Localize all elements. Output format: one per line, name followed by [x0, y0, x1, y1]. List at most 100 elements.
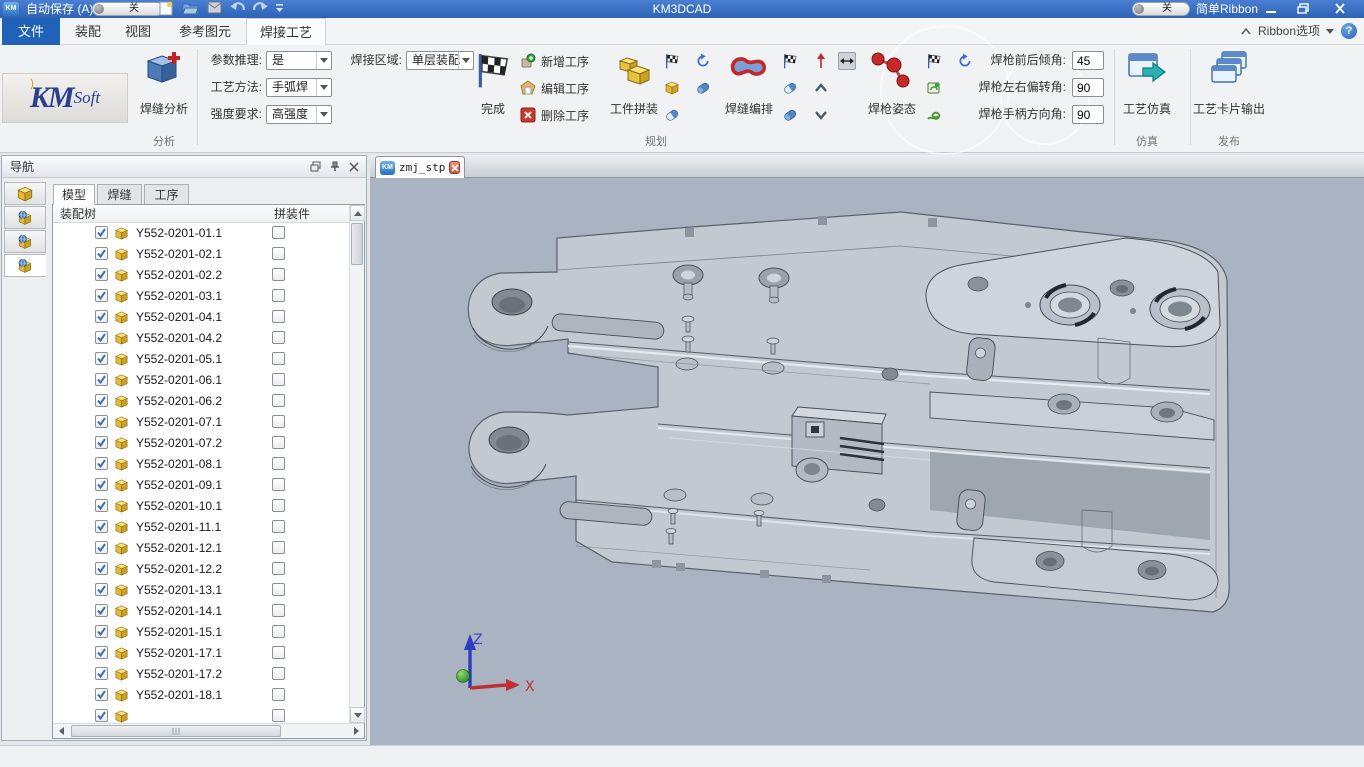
- posture-stamp-button[interactable]: [925, 79, 943, 97]
- part-label[interactable]: Y552-0201-07.2: [136, 433, 222, 454]
- tree-row[interactable]: Y552-0201-10.1: [53, 496, 350, 517]
- arrange-seg-button[interactable]: [781, 79, 799, 97]
- part-label[interactable]: Y552-0201-06.1: [136, 370, 222, 391]
- autosave-toggle[interactable]: 关: [92, 2, 164, 16]
- open-button[interactable]: [180, 1, 200, 17]
- assembly-part-checkbox[interactable]: [272, 289, 285, 302]
- posture-flag-button[interactable]: [925, 52, 943, 70]
- tree-row[interactable]: Y552-0201-17.1: [53, 643, 350, 664]
- assembly-part-checkbox[interactable]: [272, 688, 285, 701]
- visibility-checkbox[interactable]: [95, 352, 108, 365]
- part-label[interactable]: Y552-0201-12.1: [136, 538, 222, 559]
- part-label[interactable]: Y552-0201-02.2: [136, 265, 222, 286]
- part-label[interactable]: Y552-0201-02.1: [136, 244, 222, 265]
- assembly-part-checkbox[interactable]: [272, 394, 285, 407]
- seam-reset-button[interactable]: [694, 52, 712, 70]
- visibility-checkbox[interactable]: [95, 709, 108, 722]
- horizontal-scroll-thumb[interactable]: [71, 725, 281, 737]
- arrange-flag-button[interactable]: [781, 52, 799, 70]
- scroll-down-button[interactable]: [350, 707, 365, 723]
- seam-flag-button[interactable]: [663, 52, 681, 70]
- weld-arrange-button[interactable]: 焊缝编排: [718, 48, 780, 140]
- part-label[interactable]: Y552-0201-08.1: [136, 454, 222, 475]
- visibility-checkbox[interactable]: [95, 478, 108, 491]
- visibility-checkbox[interactable]: [95, 688, 108, 701]
- tree-row[interactable]: Y552-0201-13.1: [53, 580, 350, 601]
- panel-pin-button[interactable]: [328, 160, 341, 173]
- assembly-part-checkbox[interactable]: [272, 499, 285, 512]
- menu-tab-welding-process[interactable]: 焊接工艺: [246, 18, 326, 45]
- assembly-part-checkbox[interactable]: [272, 226, 285, 239]
- part-label[interactable]: Y552-0201-18.1: [136, 685, 222, 706]
- strip-button-assembly-3[interactable]: [4, 254, 46, 277]
- menu-tab-file[interactable]: 文件: [2, 18, 60, 45]
- part-label[interactable]: Y552-0201-04.1: [136, 307, 222, 328]
- edit-operation-button[interactable]: 编辑工序: [520, 79, 589, 97]
- help-button[interactable]: ?: [1341, 23, 1357, 39]
- assembly-part-checkbox[interactable]: [272, 604, 285, 617]
- part-label[interactable]: Y552-0201-06.2: [136, 391, 222, 412]
- tree-row[interactable]: Y552-0201-04.2: [53, 328, 350, 349]
- strip-button-box[interactable]: [4, 182, 46, 205]
- visibility-checkbox[interactable]: [95, 520, 108, 533]
- part-label[interactable]: Y552-0201-04.2: [136, 328, 222, 349]
- weld-region-select[interactable]: 单层装配: [406, 51, 474, 70]
- visibility-checkbox[interactable]: [95, 562, 108, 575]
- assembly-part-checkbox[interactable]: [272, 625, 285, 638]
- tree-row[interactable]: Y552-0201-01.1: [53, 223, 350, 244]
- visibility-checkbox[interactable]: [95, 436, 108, 449]
- assembly-part-checkbox[interactable]: [272, 541, 285, 554]
- vertical-scroll-thumb[interactable]: [351, 223, 363, 265]
- part-label[interactable]: Y552-0201-17.2: [136, 664, 222, 685]
- assembly-part-checkbox[interactable]: [272, 268, 285, 281]
- order-down-button[interactable]: [812, 106, 830, 124]
- tree-row[interactable]: Y552-0201-06.1: [53, 370, 350, 391]
- scroll-up-button[interactable]: [350, 205, 365, 221]
- tree-row[interactable]: Y552-0201-07.1: [53, 412, 350, 433]
- tree-row[interactable]: Y552-0201-11.1: [53, 517, 350, 538]
- strip-button-assembly-1[interactable]: [4, 206, 46, 229]
- menu-tab-view[interactable]: 视图: [114, 18, 162, 45]
- strip-button-assembly-2[interactable]: [4, 230, 46, 253]
- part-label[interactable]: Y552-0201-17.1: [136, 643, 222, 664]
- seam-box-button[interactable]: [663, 79, 681, 97]
- part-label[interactable]: Y552-0201-10.1: [136, 496, 222, 517]
- tree-row[interactable]: Y552-0201-05.1: [53, 349, 350, 370]
- menu-tab-assembly[interactable]: 装配: [64, 18, 112, 45]
- tab-model[interactable]: 模型: [53, 184, 95, 205]
- part-assembly-button[interactable]: 工件拼装: [606, 48, 662, 140]
- tree-row[interactable]: Y552-0201-03.1: [53, 286, 350, 307]
- part-label[interactable]: Y552-0201-11.1: [136, 517, 221, 538]
- order-up-button[interactable]: [812, 79, 830, 97]
- part-label[interactable]: Y552-0201-01.1: [136, 223, 222, 244]
- part-label[interactable]: Y552-0201-09.1: [136, 475, 222, 496]
- gun-posture-button[interactable]: 焊枪姿态: [862, 48, 922, 140]
- assembly-part-checkbox[interactable]: [272, 478, 285, 491]
- redo-button[interactable]: [250, 1, 270, 17]
- new-file-button[interactable]: [156, 1, 176, 17]
- ribbon-options-button[interactable]: Ribbon选项: [1258, 18, 1320, 45]
- assembly-part-checkbox[interactable]: [272, 331, 285, 344]
- tree-row[interactable]: Y552-0201-15.1: [53, 622, 350, 643]
- minimize-button[interactable]: [1256, 1, 1286, 16]
- posture-path-button[interactable]: [925, 106, 943, 124]
- assembly-part-checkbox[interactable]: [272, 352, 285, 365]
- visibility-checkbox[interactable]: [95, 583, 108, 596]
- save-button[interactable]: [204, 1, 224, 17]
- visibility-checkbox[interactable]: [95, 289, 108, 302]
- assembly-part-checkbox[interactable]: [272, 520, 285, 533]
- visibility-checkbox[interactable]: [95, 310, 108, 323]
- tree-row[interactable]: Y552-0201-14.1: [53, 601, 350, 622]
- visibility-checkbox[interactable]: [95, 415, 108, 428]
- menu-tab-reference[interactable]: 参考图元: [166, 18, 244, 45]
- visibility-checkbox[interactable]: [95, 268, 108, 281]
- tree-row[interactable]: [53, 706, 350, 723]
- document-tab[interactable]: KM zmj_stp: [375, 156, 465, 178]
- tree-row[interactable]: Y552-0201-18.1: [53, 685, 350, 706]
- assembly-part-checkbox[interactable]: [272, 583, 285, 596]
- scroll-right-button[interactable]: [348, 724, 364, 738]
- visibility-checkbox[interactable]: [95, 457, 108, 470]
- undo-button[interactable]: [228, 1, 248, 17]
- part-label[interactable]: Y552-0201-13.1: [136, 580, 222, 601]
- horizontal-scrollbar[interactable]: [53, 723, 364, 738]
